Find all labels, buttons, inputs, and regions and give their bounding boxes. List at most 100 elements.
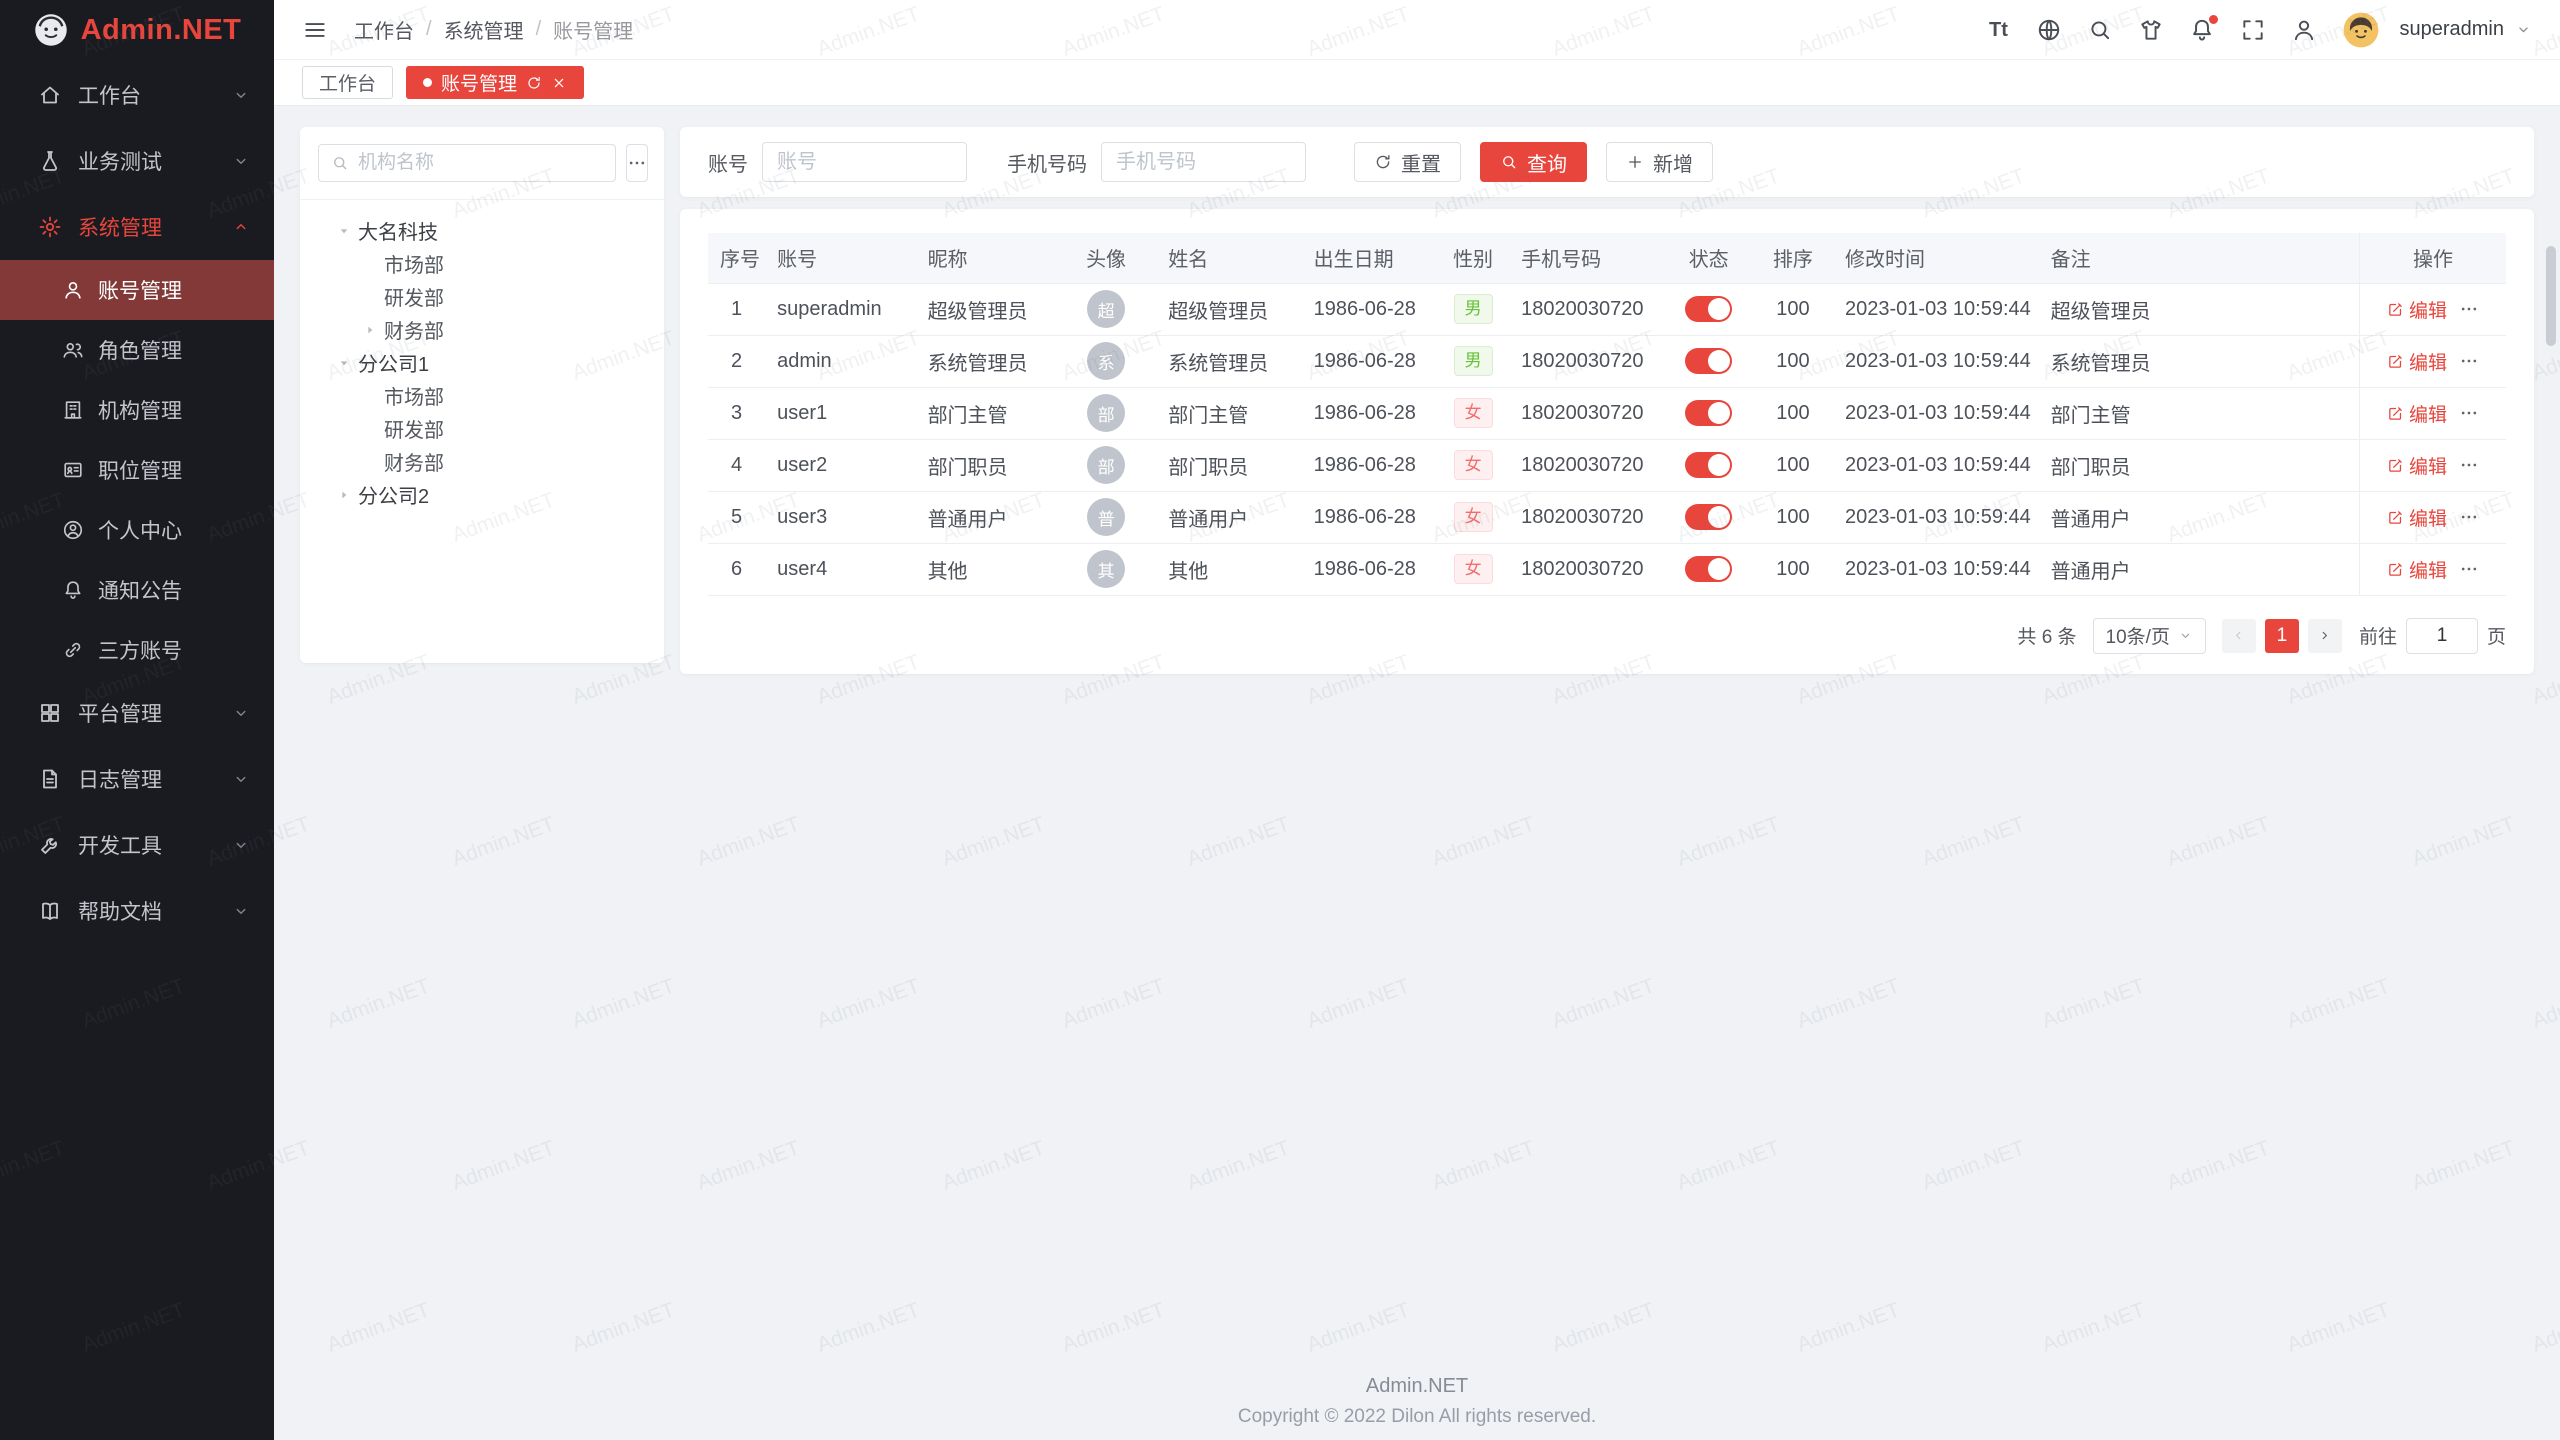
edit-label: 编辑 [2409, 348, 2447, 375]
breadcrumb-item-workbench[interactable]: 工作台 [354, 15, 414, 44]
org-search-input[interactable] [358, 152, 603, 174]
bell-icon[interactable] [2189, 17, 2215, 43]
edit-button[interactable]: 编辑 [2387, 400, 2447, 427]
status-toggle[interactable] [1685, 556, 1732, 582]
main-area: 工作台 / 系统管理 / 账号管理 Tt superadmin 工作台账号管理 [274, 0, 2560, 1440]
user-avatar[interactable] [2342, 11, 2380, 49]
caret-right-icon[interactable] [362, 322, 378, 338]
cell-nickname: 普通用户 [916, 491, 1056, 543]
goto-page-input[interactable] [2406, 618, 2478, 654]
prev-page-button[interactable] [2222, 619, 2256, 653]
status-toggle[interactable] [1685, 452, 1732, 478]
hamburger-icon[interactable] [302, 17, 328, 43]
theme-icon[interactable] [2138, 17, 2164, 43]
sidebar-item-notice-announcement[interactable]: 通知公告 [0, 560, 274, 620]
more-actions-icon[interactable] [2459, 559, 2479, 579]
sidebar-item-role-management[interactable]: 角色管理 [0, 320, 274, 380]
search-button[interactable]: 查询 [1480, 142, 1587, 182]
column-header-phone: 手机号码 [1509, 233, 1664, 283]
sidebar-item-dev-tools[interactable]: 开发工具 [0, 812, 274, 878]
tree-node-label: 大名科技 [358, 216, 438, 245]
sidebar-item-workbench[interactable]: 工作台 [0, 62, 274, 128]
more-actions-icon[interactable] [2459, 455, 2479, 475]
gender-tag: 女 [1454, 450, 1493, 479]
edit-button[interactable]: 编辑 [2387, 556, 2447, 583]
close-icon[interactable] [551, 75, 567, 91]
gender-tag: 男 [1454, 294, 1493, 323]
cell-remark: 系统管理员 [2039, 335, 2360, 387]
tab-account-management[interactable]: 账号管理 [406, 66, 584, 99]
right-column: 账号 手机号码 重置 查询 [680, 127, 2534, 674]
phone-label: 手机号码 [1007, 148, 1087, 177]
column-header-remark: 备注 [2039, 233, 2360, 283]
sidebar-item-third-party-account[interactable]: 三方账号 [0, 620, 274, 680]
more-actions-icon[interactable] [2459, 299, 2479, 319]
phone-input[interactable] [1101, 142, 1306, 182]
tree-node-label: 财务部 [384, 315, 444, 344]
sidebar-item-position-management[interactable]: 职位管理 [0, 440, 274, 500]
user-icon[interactable] [2291, 17, 2317, 43]
tab-workbench[interactable]: 工作台 [302, 66, 393, 99]
tree-node-finance-dept-2[interactable]: 财务部 [306, 445, 658, 478]
page-1-button[interactable]: 1 [2265, 619, 2299, 653]
sidebar-item-business-test[interactable]: 业务测试 [0, 128, 274, 194]
sidebar-item-label: 日志管理 [78, 764, 232, 794]
column-header-nickname: 昵称 [916, 233, 1056, 283]
caret-down-icon[interactable] [336, 355, 352, 371]
edit-icon [2387, 561, 2404, 578]
tree-node-finance-dept-1[interactable]: 财务部 [306, 313, 658, 346]
fullscreen-icon[interactable] [2240, 17, 2266, 43]
tree-node-market-dept-2[interactable]: 市场部 [306, 379, 658, 412]
sidebar-item-log-management[interactable]: 日志管理 [0, 746, 274, 812]
status-toggle[interactable] [1685, 400, 1732, 426]
tree-node-rd-dept-2[interactable]: 研发部 [306, 412, 658, 445]
app-logo[interactable]: Admin.NET [0, 0, 274, 60]
tree-node-daming-tech[interactable]: 大名科技 [306, 214, 658, 247]
reset-button[interactable]: 重置 [1354, 142, 1461, 182]
sidebar-item-system-management[interactable]: 系统管理 [0, 194, 274, 260]
more-actions-icon[interactable] [2459, 507, 2479, 527]
edit-button[interactable]: 编辑 [2387, 348, 2447, 375]
next-page-button[interactable] [2308, 619, 2342, 653]
breadcrumb-item-system[interactable]: 系统管理 [444, 15, 524, 44]
column-header-actions: 操作 [2359, 233, 2506, 283]
tree-node-branch-1[interactable]: 分公司1 [306, 346, 658, 379]
sidebar-item-org-management[interactable]: 机构管理 [0, 380, 274, 440]
search-icon[interactable] [2087, 17, 2113, 43]
font-size-icon[interactable]: Tt [1985, 17, 2011, 43]
more-actions-icon[interactable] [2459, 403, 2479, 423]
sidebar-item-account-management[interactable]: 账号管理 [0, 260, 274, 320]
add-button[interactable]: 新增 [1606, 142, 1713, 182]
page-size-select[interactable]: 10条/页 [2093, 618, 2206, 654]
sidebar-item-personal-center[interactable]: 个人中心 [0, 500, 274, 560]
cell-name: 其他 [1156, 543, 1301, 595]
sidebar-item-platform-management[interactable]: 平台管理 [0, 680, 274, 746]
username[interactable]: superadmin [2399, 18, 2504, 41]
caret-right-icon[interactable] [336, 487, 352, 503]
edit-button[interactable]: 编辑 [2387, 504, 2447, 531]
sidebar-item-help-docs[interactable]: 帮助文档 [0, 878, 274, 944]
edit-button[interactable]: 编辑 [2387, 296, 2447, 323]
status-toggle[interactable] [1685, 348, 1732, 374]
chevron-down-icon [232, 704, 250, 722]
edit-icon [2387, 457, 2404, 474]
table-row: 3user1部门主管部部门主管1986-06-28女18020030720100… [708, 387, 2506, 439]
cell-account: superadmin [765, 283, 915, 335]
more-actions-icon[interactable] [2459, 351, 2479, 371]
sidebar-item-label: 帮助文档 [78, 896, 232, 926]
account-input[interactable] [762, 142, 967, 182]
tree-node-rd-dept-1[interactable]: 研发部 [306, 280, 658, 313]
caret-down-icon[interactable] [336, 223, 352, 239]
globe-icon[interactable] [2036, 17, 2062, 43]
edit-button[interactable]: 编辑 [2387, 452, 2447, 479]
scrollbar[interactable] [2546, 246, 2556, 346]
refresh-icon[interactable] [526, 75, 542, 91]
cell-remark: 普通用户 [2039, 543, 2360, 595]
chevron-down-icon[interactable] [2515, 21, 2532, 38]
status-toggle[interactable] [1685, 296, 1732, 322]
tree-more-button[interactable] [626, 144, 648, 182]
tree-node-branch-2[interactable]: 分公司2 [306, 478, 658, 511]
status-toggle[interactable] [1685, 504, 1732, 530]
tree-node-market-dept-1[interactable]: 市场部 [306, 247, 658, 280]
chevron-up-icon [232, 218, 250, 236]
